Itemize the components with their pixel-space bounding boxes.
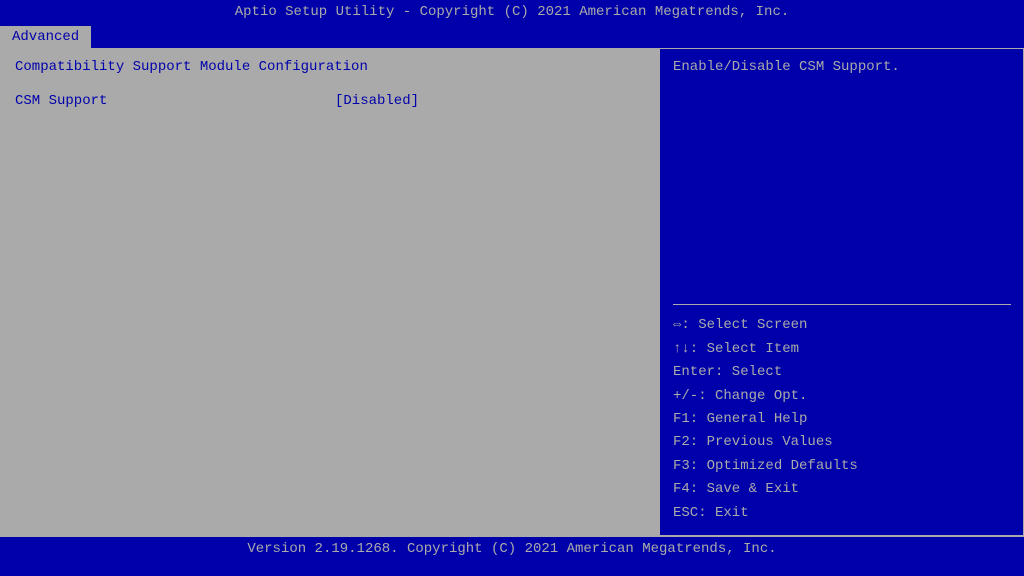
csm-support-row[interactable]: CSM Support [Disabled] xyxy=(15,91,646,111)
key-help: ⇔: Select Screen↑↓: Select ItemEnter: Se… xyxy=(673,313,1011,525)
title-bar: Aptio Setup Utility - Copyright (C) 2021… xyxy=(0,0,1024,24)
key-binding-item: ↑↓: Select Item xyxy=(673,338,1011,360)
section-title: Compatibility Support Module Configurati… xyxy=(15,59,646,75)
tab-advanced[interactable]: Advanced xyxy=(0,26,91,48)
key-binding-item: F1: General Help xyxy=(673,408,1011,430)
footer-bar: Version 2.19.1268. Copyright (C) 2021 Am… xyxy=(0,536,1024,561)
csm-support-label: CSM Support xyxy=(15,93,335,109)
key-binding-item: Enter: Select xyxy=(673,361,1011,383)
main-container: Compatibility Support Module Configurati… xyxy=(0,48,1024,536)
key-binding-item: ESC: Exit xyxy=(673,502,1011,524)
key-binding-item: +/-: Change Opt. xyxy=(673,385,1011,407)
footer-text: Version 2.19.1268. Copyright (C) 2021 Am… xyxy=(247,541,776,557)
left-panel: Compatibility Support Module Configurati… xyxy=(1,49,661,535)
csm-support-value: [Disabled] xyxy=(335,93,419,109)
tab-bar: Advanced xyxy=(0,24,1024,48)
title-text: Aptio Setup Utility - Copyright (C) 2021… xyxy=(235,4,790,20)
tab-advanced-label: Advanced xyxy=(12,29,79,45)
right-panel: Enable/Disable CSM Support. ⇔: Select Sc… xyxy=(661,49,1023,535)
key-binding-item: F4: Save & Exit xyxy=(673,478,1011,500)
key-binding-item: F2: Previous Values xyxy=(673,431,1011,453)
key-binding-item: F3: Optimized Defaults xyxy=(673,455,1011,477)
key-binding-item: ⇔: Select Screen xyxy=(673,314,1011,336)
help-text: Enable/Disable CSM Support. xyxy=(673,59,1011,305)
